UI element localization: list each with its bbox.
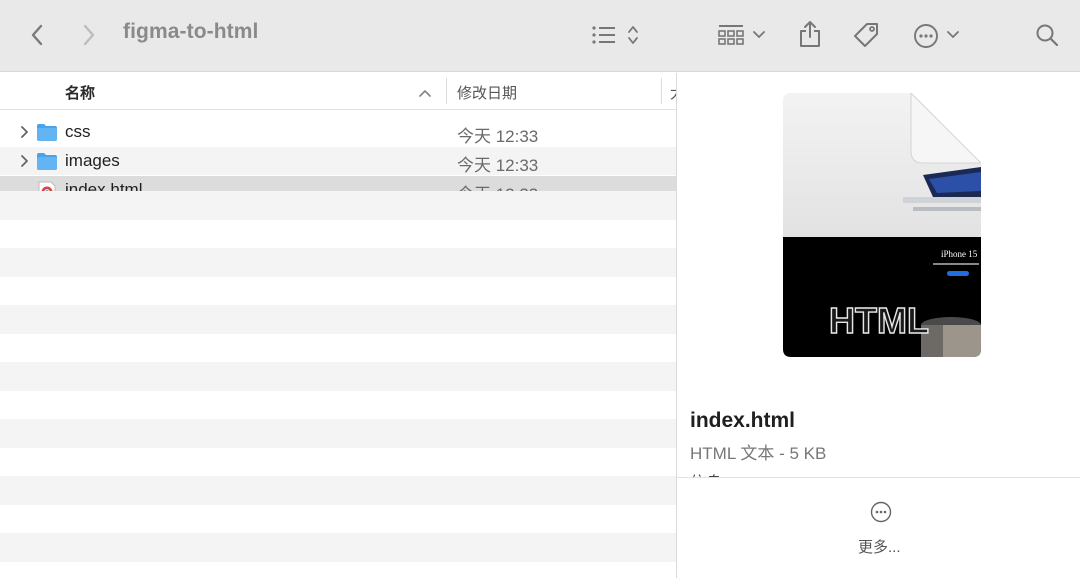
preview-pane: iPhone 15 HTML index.html HTML 文本 - 5 KB…: [677, 73, 1080, 578]
file-date: 今天 12:33: [457, 127, 539, 146]
file-list: 名称 修改日期 大 css 今天 12:33: [0, 73, 676, 578]
column-separator[interactable]: [661, 78, 662, 104]
tag-icon[interactable]: [851, 20, 881, 50]
column-header-date[interactable]: 修改日期: [457, 82, 517, 103]
preview-file-name: index.html: [690, 409, 796, 432]
finder-toolbar: figma-to-html: [0, 0, 1080, 72]
list-view-icon[interactable]: [590, 24, 618, 46]
file-thumbnail: iPhone 15 HTML: [783, 91, 983, 357]
empty-row-stripes: [0, 191, 676, 578]
chevron-right-icon[interactable]: [78, 22, 100, 48]
list-row-images[interactable]: images 今天 12:33: [0, 147, 676, 175]
preview-separator: [677, 477, 1080, 478]
sort-ascending-icon[interactable]: [418, 85, 432, 103]
chevron-down-icon[interactable]: [752, 28, 766, 42]
more-button-label[interactable]: 更多...: [858, 536, 901, 557]
file-date: 今天 12:33: [457, 156, 539, 175]
disclosure-triangle-icon[interactable]: [19, 154, 29, 173]
file-name: images: [65, 151, 120, 170]
up-down-chevron-icon[interactable]: [626, 24, 640, 46]
grid-group-icon[interactable]: [716, 24, 746, 46]
share-icon[interactable]: [797, 20, 823, 48]
thumb-product-text: iPhone 15: [941, 249, 978, 259]
folder-icon: [36, 122, 58, 147]
thumb-html-text: HTML: [829, 300, 929, 341]
more-circle-icon[interactable]: [870, 501, 892, 528]
window-title: figma-to-html: [123, 20, 259, 43]
list-header: 名称 修改日期 大: [0, 73, 676, 110]
more-circle-icon[interactable]: [912, 22, 940, 50]
column-separator[interactable]: [446, 78, 447, 104]
chevron-down-icon[interactable]: [946, 28, 960, 42]
disclosure-triangle-icon[interactable]: [19, 125, 29, 144]
file-name: css: [65, 122, 91, 141]
column-header-name[interactable]: 名称: [65, 82, 95, 103]
list-row-css[interactable]: css 今天 12:33: [0, 118, 676, 146]
chevron-left-icon[interactable]: [26, 22, 48, 48]
preview-file-kind: HTML 文本 - 5 KB: [690, 444, 827, 463]
folder-icon: [36, 151, 58, 176]
search-icon[interactable]: [1034, 22, 1060, 48]
